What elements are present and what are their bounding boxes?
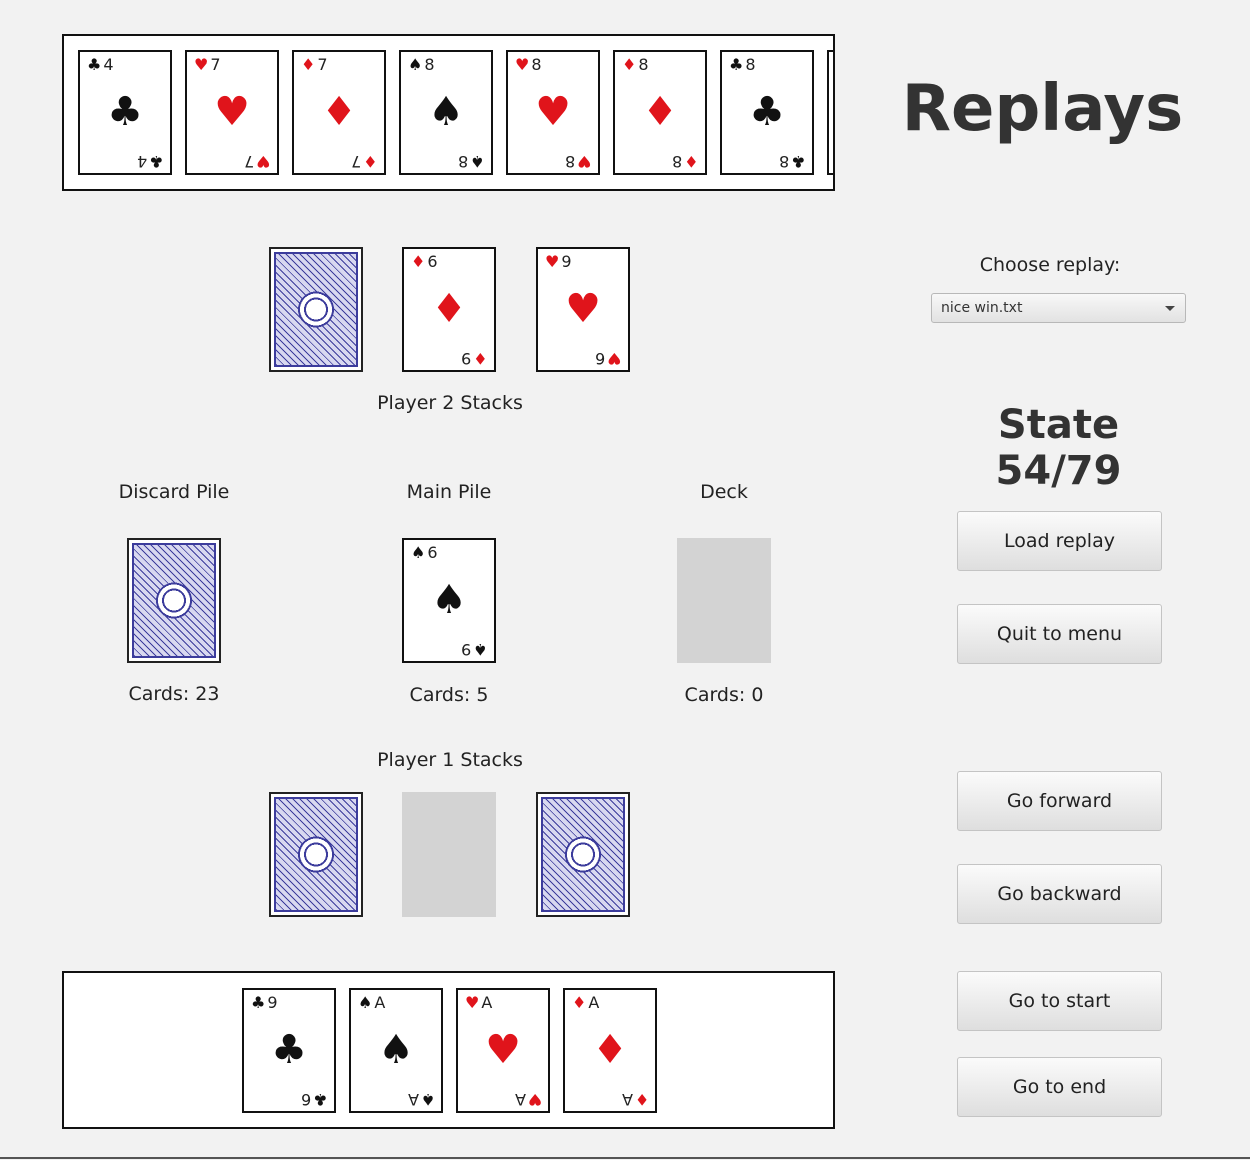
card-corner-top: ♠ 6	[411, 543, 438, 562]
card-corner-top: ♥ 7	[194, 55, 221, 74]
card-back-pattern	[541, 797, 625, 912]
player2-stack-card: ♦ 6 ♦ ♦9	[402, 247, 496, 372]
card-suit-pip: ♦	[431, 286, 467, 332]
card-corner-bottom: ♠8	[458, 152, 485, 171]
card-corner-bottom: ♥8	[565, 152, 592, 171]
card-corner-top: ♣ 9	[251, 993, 278, 1012]
load-replay-button[interactable]: Load replay	[957, 511, 1162, 571]
go-backward-button[interactable]: Go backward	[957, 864, 1162, 924]
card-suit-pip: ♦	[642, 89, 678, 135]
card-suit-pip: ♥	[214, 89, 250, 135]
card-back-pattern	[274, 252, 358, 367]
player1-stack-empty	[402, 792, 496, 917]
card-corner-top: ♦ 7	[301, 55, 328, 74]
card-corner-top: ♥ 9	[545, 252, 572, 271]
card-corner-top: ♦ 6	[411, 252, 438, 271]
deck-count: Cards: 0	[684, 684, 764, 706]
card-corner-bottom: ♦8	[672, 152, 699, 171]
go-to-start-button[interactable]: Go to start	[957, 971, 1162, 1031]
deck-label: Deck	[700, 481, 748, 503]
bottom-divider	[0, 1157, 1250, 1159]
quit-to-menu-button[interactable]: Quit to menu	[957, 604, 1162, 664]
card-corner-bottom: ♥A	[514, 1090, 542, 1109]
card-corner-top: ♣ 8	[729, 55, 756, 74]
player2-stacks-label: Player 2 Stacks	[377, 392, 523, 414]
page-title: Replays	[901, 72, 1184, 146]
card-corner-bottom: ♠A	[407, 1090, 435, 1109]
card-corner-bottom: ♣8	[779, 152, 806, 171]
card-corner-top: ♦ 8	[622, 55, 649, 74]
opponent-hand-card: ♥ 7 ♥ ♥7	[185, 50, 279, 175]
card-back-pattern	[132, 543, 216, 658]
opponent-hand-card: ♣ 4 ♣ ♣4	[78, 50, 172, 175]
card-corner-bottom: ♠9	[461, 640, 488, 659]
discard-pile	[127, 538, 221, 663]
card-corner-bottom: ♥7	[244, 152, 271, 171]
card-suit-pip: ♠	[428, 89, 464, 135]
opponent-hand-card: ♠ 8 ♠ ♠8	[399, 50, 493, 175]
player2-stack-card: ♥ 9 ♥ ♥6	[536, 247, 630, 372]
card-corner-top: ♥ A	[465, 993, 493, 1012]
replay-select[interactable]: nice win.txt	[931, 293, 1186, 323]
card-corner-bottom: ♥6	[595, 349, 622, 368]
opponent-hand-card: ♥ 8 ♥ ♥8	[506, 50, 600, 175]
opponent-hand: ♣ 4 ♣ ♣4 ♥ 7 ♥ ♥7 ♦ 7 ♦ ♦7 ♠ 8 ♠ ♠8 ♥ 8 ♥ ♥8 ♦ 8 ♦ ♦8 ♣ 8 ♣ ♣8	[62, 34, 835, 191]
opponent-hand-card: ♣ 8 ♣ ♣8	[720, 50, 814, 175]
card-corner-bottom: ♦7	[351, 152, 378, 171]
card-corner-top: ♦ A	[572, 993, 600, 1012]
main-pile-label: Main Pile	[406, 481, 492, 503]
card-corner-top: ♣ 4	[87, 55, 114, 74]
chevron-down-icon	[1165, 306, 1175, 311]
opponent-hand-card: ♦ 8 ♦ ♦8	[613, 50, 707, 175]
card-suit-pip: ♣	[107, 89, 143, 135]
card-corner-top: ♠ A	[358, 993, 386, 1012]
deck-slot	[677, 538, 771, 663]
discard-pile-label: Discard Pile	[118, 481, 230, 503]
choose-replay-label: Choose replay:	[979, 254, 1121, 276]
card-corner-top: ♥ 8	[515, 55, 542, 74]
player1-stack-card	[536, 792, 630, 917]
player1-stack-card	[269, 792, 363, 917]
go-forward-button[interactable]: Go forward	[957, 771, 1162, 831]
card-suit-pip: ♥	[565, 286, 601, 332]
card-suit-pip: ♥	[485, 1027, 521, 1073]
card-corner-bottom: ♣6	[301, 1090, 328, 1109]
card-suit-pip: ♦	[321, 89, 357, 135]
opponent-hand-card-partial	[827, 50, 833, 175]
card-corner-bottom: ♣4	[137, 152, 164, 171]
card-corner-bottom: ♦A	[621, 1090, 649, 1109]
player2-stack-card	[269, 247, 363, 372]
replay-select-value: nice win.txt	[941, 300, 1023, 316]
opponent-hand-card: ♦ 7 ♦ ♦7	[292, 50, 386, 175]
discard-pile-count: Cards: 23	[128, 683, 220, 705]
card-corner-bottom: ♦9	[461, 349, 488, 368]
main-pile-count: Cards: 5	[409, 684, 489, 706]
player-hand-card[interactable]: ♥ A ♥ ♥A	[456, 988, 550, 1113]
player-hand-card[interactable]: ♦ A ♦ ♦A	[563, 988, 657, 1113]
card-suit-pip: ♠	[378, 1027, 414, 1073]
main-pile-top-card: ♠ 6 ♠ ♠9	[402, 538, 496, 663]
player-hand-card[interactable]: ♠ A ♠ ♠A	[349, 988, 443, 1113]
card-corner-top: ♠ 8	[408, 55, 435, 74]
card-suit-pip: ♠	[431, 577, 467, 623]
card-back-pattern	[274, 797, 358, 912]
player-hand: ♣ 9 ♣ ♣6 ♠ A ♠ ♠A ♥ A ♥ ♥A ♦ A ♦ ♦A	[62, 971, 835, 1129]
card-suit-pip: ♣	[749, 89, 785, 135]
card-suit-pip: ♥	[535, 89, 571, 135]
state-counter: State 54/79	[995, 402, 1122, 494]
go-to-end-button[interactable]: Go to end	[957, 1057, 1162, 1117]
player-hand-card[interactable]: ♣ 9 ♣ ♣6	[242, 988, 336, 1113]
player1-stacks-label: Player 1 Stacks	[377, 749, 523, 771]
card-suit-pip: ♦	[592, 1027, 628, 1073]
card-suit-pip: ♣	[271, 1027, 307, 1073]
